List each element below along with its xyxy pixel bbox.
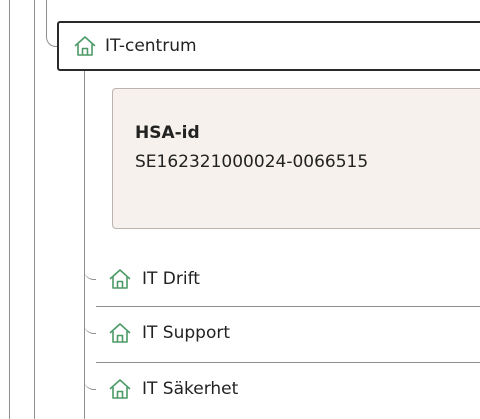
home-icon — [73, 34, 97, 58]
tree-node-it-sakerhet[interactable]: IT Säkerhet — [96, 372, 480, 406]
home-icon — [108, 267, 132, 291]
tree-node-label: IT-centrum — [105, 36, 197, 56]
tree-guide-line — [34, 0, 35, 419]
hsa-id-label: HSA-id — [135, 123, 200, 143]
home-icon — [108, 377, 132, 401]
tree-branch — [84, 372, 96, 390]
tree-guide-line — [84, 71, 85, 419]
org-tree: IT-centrum HSA-id SE162321000024-0066515… — [0, 0, 480, 419]
home-icon — [108, 321, 132, 345]
tree-branch — [84, 262, 96, 280]
tree-node-it-drift[interactable]: IT Drift — [96, 262, 480, 296]
tree-node-label: IT Drift — [142, 269, 200, 289]
node-detail-card: HSA-id SE162321000024-0066515 — [112, 88, 480, 229]
tree-node-label: IT Support — [142, 323, 231, 343]
tree-node-it-support[interactable]: IT Support — [96, 316, 480, 350]
tree-branch — [84, 316, 96, 334]
divider — [96, 362, 480, 363]
divider — [96, 306, 480, 307]
tree-node-it-centrum[interactable]: IT-centrum — [57, 21, 480, 71]
tree-node-label: IT Säkerhet — [142, 379, 239, 399]
tree-guide-line — [9, 0, 10, 419]
hsa-id-value: SE162321000024-0066515 — [135, 152, 369, 172]
